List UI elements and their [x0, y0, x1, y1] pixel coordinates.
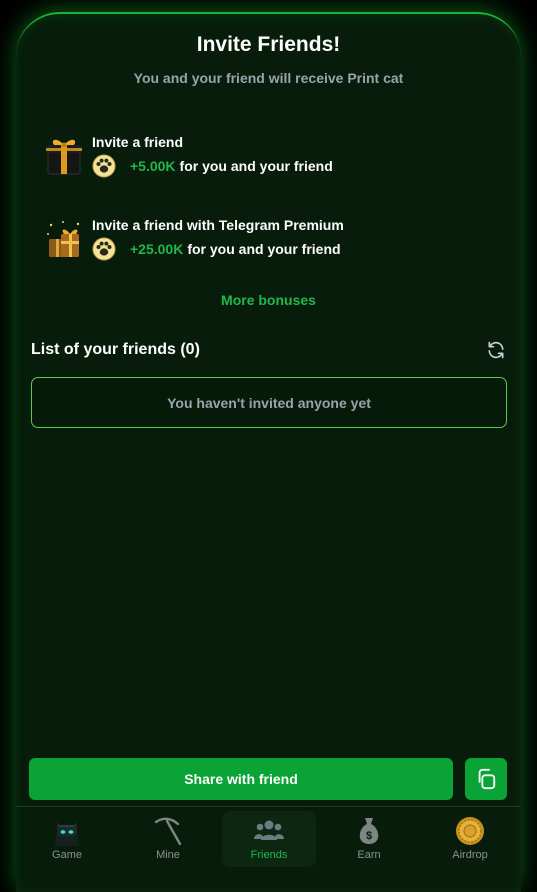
reward-value-line: +25.00K for you and your friend	[92, 237, 341, 261]
reward-value-line: +5.00K for you and your friend	[92, 154, 333, 178]
nav-item-airdrop[interactable]: Airdrop	[423, 811, 517, 867]
paw-coin-icon	[92, 154, 116, 178]
friends-icon	[253, 816, 285, 846]
reward-amount: +25.00K	[130, 241, 184, 257]
page-title: Invite Friends!	[196, 33, 341, 56]
pickaxe-icon	[152, 816, 184, 846]
reward-description: for you and your friend	[187, 241, 341, 257]
nav-divider	[16, 806, 521, 807]
coin-icon	[454, 816, 486, 846]
bottom-nav: Game Mine Friends $ Earn Airdrop	[16, 808, 521, 871]
friends-list-header: List of your friends (0)	[31, 341, 200, 358]
refresh-icon[interactable]	[486, 340, 506, 360]
cat-icon	[51, 816, 83, 846]
nav-item-mine[interactable]: Mine	[121, 811, 215, 867]
nav-item-earn[interactable]: $ Earn	[322, 811, 416, 867]
reward-description: for you and your friend	[179, 158, 333, 174]
premium-gifts-icon	[47, 221, 80, 257]
share-with-friend-button[interactable]: Share with friend	[29, 758, 453, 800]
paw-coin-icon	[92, 237, 116, 261]
nav-label: Game	[52, 849, 82, 861]
friends-empty-state: You haven't invited anyone yet	[31, 377, 507, 428]
copy-icon	[478, 768, 496, 790]
nav-label: Earn	[357, 849, 381, 861]
reward-title: Invite a friend	[92, 134, 184, 150]
nav-item-friends[interactable]: Friends	[222, 811, 316, 867]
nav-label: Friends	[250, 849, 288, 861]
reward-title: Invite a friend with Telegram Premium	[92, 217, 344, 233]
empty-message: You haven't invited anyone yet	[167, 394, 371, 411]
money-bag-icon: $	[353, 816, 385, 846]
page-subtitle: You and your friend will receive Print c…	[133, 70, 404, 86]
copy-link-button[interactable]	[465, 758, 507, 800]
more-bonuses-link[interactable]: More bonuses	[0, 292, 537, 308]
gift-box-icon	[46, 139, 82, 175]
svg-text:$: $	[366, 830, 372, 842]
nav-label: Mine	[156, 849, 180, 861]
reward-amount: +5.00K	[130, 158, 176, 174]
nav-item-game[interactable]: Game	[20, 811, 114, 867]
nav-label: Airdrop	[452, 849, 488, 861]
